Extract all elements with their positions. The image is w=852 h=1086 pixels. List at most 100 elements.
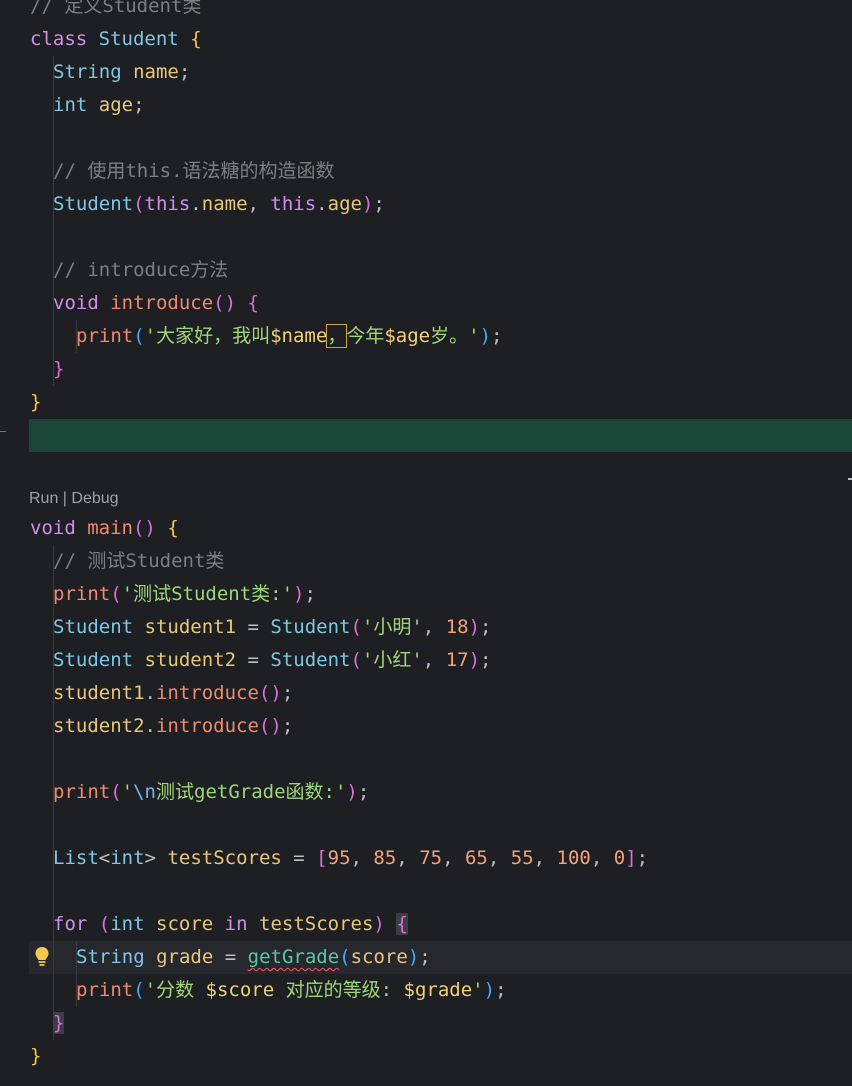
- code-line-content[interactable]: Student student1 = Student('小明', 18);: [53, 611, 491, 644]
- code-line-content[interactable]: // 定义Student类: [30, 0, 201, 23]
- code-token: student2: [144, 649, 237, 671]
- code-token: {: [247, 292, 259, 314]
- code-line[interactable]: String name;: [0, 56, 852, 89]
- code-line-content[interactable]: Student student2 = Student('小红', 17);: [53, 644, 491, 677]
- code-token: Student: [53, 193, 134, 215]
- code-line[interactable]: print('测试Student类:');: [0, 578, 852, 611]
- code-line[interactable]: // 定义Student类: [0, 0, 852, 23]
- code-line-content[interactable]: // 测试Student类: [53, 545, 224, 578]
- code-token: (: [110, 781, 122, 803]
- code-line-content[interactable]: // introduce方法: [53, 254, 228, 287]
- code-line[interactable]: void introduce() {: [0, 287, 852, 320]
- code-token: in: [224, 913, 248, 935]
- code-line[interactable]: void main() {: [0, 512, 852, 545]
- code-line[interactable]: int age;: [0, 89, 852, 122]
- code-line[interactable]: // introduce方法: [0, 254, 852, 287]
- code-line-content[interactable]: class Student {: [30, 23, 202, 56]
- code-token: for: [53, 913, 88, 935]
- code-line-content[interactable]: void introduce() {: [53, 287, 259, 320]
- code-line[interactable]: }: [0, 1040, 852, 1073]
- code-token: testScores: [259, 913, 374, 935]
- code-line[interactable]: class Student {: [0, 23, 852, 56]
- code-token: ;: [133, 94, 145, 116]
- code-line[interactable]: }: [0, 386, 852, 419]
- run-link[interactable]: Run: [29, 490, 58, 507]
- code-line[interactable]: print('\n测试getGrade函数:');: [0, 776, 852, 809]
- code-token: =: [236, 649, 271, 671]
- code-line[interactable]: Student student2 = Student('小红', 17);: [0, 644, 852, 677]
- code-token: 17: [445, 649, 469, 671]
- code-token: (: [133, 193, 145, 215]
- code-line-content[interactable]: }: [30, 386, 41, 419]
- code-token: void: [30, 517, 76, 539]
- codelens[interactable]: Run | Debug: [29, 488, 119, 510]
- code-token: student2: [53, 715, 145, 737]
- code-line-content[interactable]: for (int score in testScores) {: [53, 908, 408, 941]
- code-token: score: [156, 913, 214, 935]
- code-line[interactable]: student1.introduce();: [0, 677, 852, 710]
- code-line-content[interactable]: String name;: [53, 56, 190, 89]
- code-token: ,: [247, 193, 271, 215]
- code-token: name: [201, 193, 248, 215]
- code-token: (: [133, 979, 145, 1001]
- code-line-content[interactable]: print('大家好，我叫$name，今年$age岁。');: [76, 320, 502, 353]
- scroll-marker: [848, 478, 852, 480]
- debug-link[interactable]: Debug: [71, 490, 118, 507]
- code-line-content[interactable]: Student(this.name, this.age);: [53, 188, 385, 221]
- code-line[interactable]: // 使用this.语法糖的构造函数: [0, 155, 852, 188]
- code-line[interactable]: Student student1 = Student('小明', 18);: [0, 611, 852, 644]
- code-token: 岁。': [430, 325, 480, 347]
- code-line[interactable]: }: [0, 1007, 852, 1040]
- code-token: String: [76, 946, 145, 968]
- code-line-content[interactable]: print('测试Student类:');: [53, 578, 316, 611]
- code-line-content[interactable]: student1.introduce();: [53, 677, 293, 710]
- editor[interactable]: Run | Debug // 定义Student类 class Student {…: [0, 0, 852, 1086]
- code-token: [: [316, 847, 328, 869]
- code-token: introduce: [155, 715, 259, 737]
- code-line[interactable]: }: [0, 353, 852, 386]
- code-token: Student: [270, 649, 351, 671]
- code-line-content[interactable]: }: [53, 353, 64, 386]
- highlighted-line: [29, 419, 852, 452]
- code-token: (: [350, 616, 362, 638]
- code-token: this: [270, 193, 317, 215]
- code-line-content[interactable]: print('分数 $score 对应的等级: $grade');: [76, 974, 507, 1007]
- code-line[interactable]: String grade = getGrade(score);: [0, 941, 852, 974]
- code-token: (): [132, 517, 156, 539]
- code-line-content[interactable]: }: [30, 1040, 41, 1073]
- code-token: ;: [178, 61, 191, 83]
- code-token: student1: [53, 682, 145, 704]
- code-token: print: [76, 325, 134, 347]
- code-token: testScores: [167, 847, 282, 869]
- code-line-content[interactable]: print('\n测试getGrade函数:');: [53, 776, 369, 809]
- code-line-content[interactable]: void main() {: [30, 512, 179, 545]
- code-line[interactable]: for (int score in testScores) {: [0, 908, 852, 941]
- code-line-content[interactable]: List<int> testScores = [95, 85, 75, 65, …: [53, 842, 648, 875]
- code-token: age: [98, 94, 134, 116]
- code-token: int: [110, 913, 145, 935]
- code-line[interactable]: print('分数 $score 对应的等级: $grade');: [0, 974, 852, 1007]
- code-token: (): [258, 682, 282, 704]
- code-token: }: [30, 391, 42, 413]
- code-token: print: [76, 979, 134, 1001]
- code-line[interactable]: // 测试Student类: [0, 545, 852, 578]
- code-line-content[interactable]: String grade = getGrade(score);: [76, 941, 431, 974]
- code-line[interactable]: Student(this.name, this.age);: [0, 188, 852, 221]
- code-line[interactable]: student2.introduce();: [0, 710, 852, 743]
- code-token: ,: [533, 847, 557, 869]
- code-line-content[interactable]: int age;: [53, 89, 145, 122]
- code-token: // 测试Student类: [53, 550, 225, 572]
- lightbulb-icon[interactable]: [34, 944, 50, 968]
- code-line[interactable]: print('大家好，我叫$name，今年$age岁。');: [0, 320, 852, 353]
- code-line-content[interactable]: // 使用this.语法糖的构造函数: [53, 155, 335, 188]
- code-line[interactable]: List<int> testScores = [95, 85, 75, 65, …: [0, 842, 852, 875]
- code-line-content[interactable]: }: [53, 1007, 65, 1040]
- code-line-content[interactable]: student2.introduce();: [53, 710, 293, 743]
- code-token: .: [316, 193, 328, 215]
- fold-marker[interactable]: [0, 431, 6, 432]
- code-token: $score: [205, 979, 275, 1001]
- code-token: ): [293, 583, 305, 605]
